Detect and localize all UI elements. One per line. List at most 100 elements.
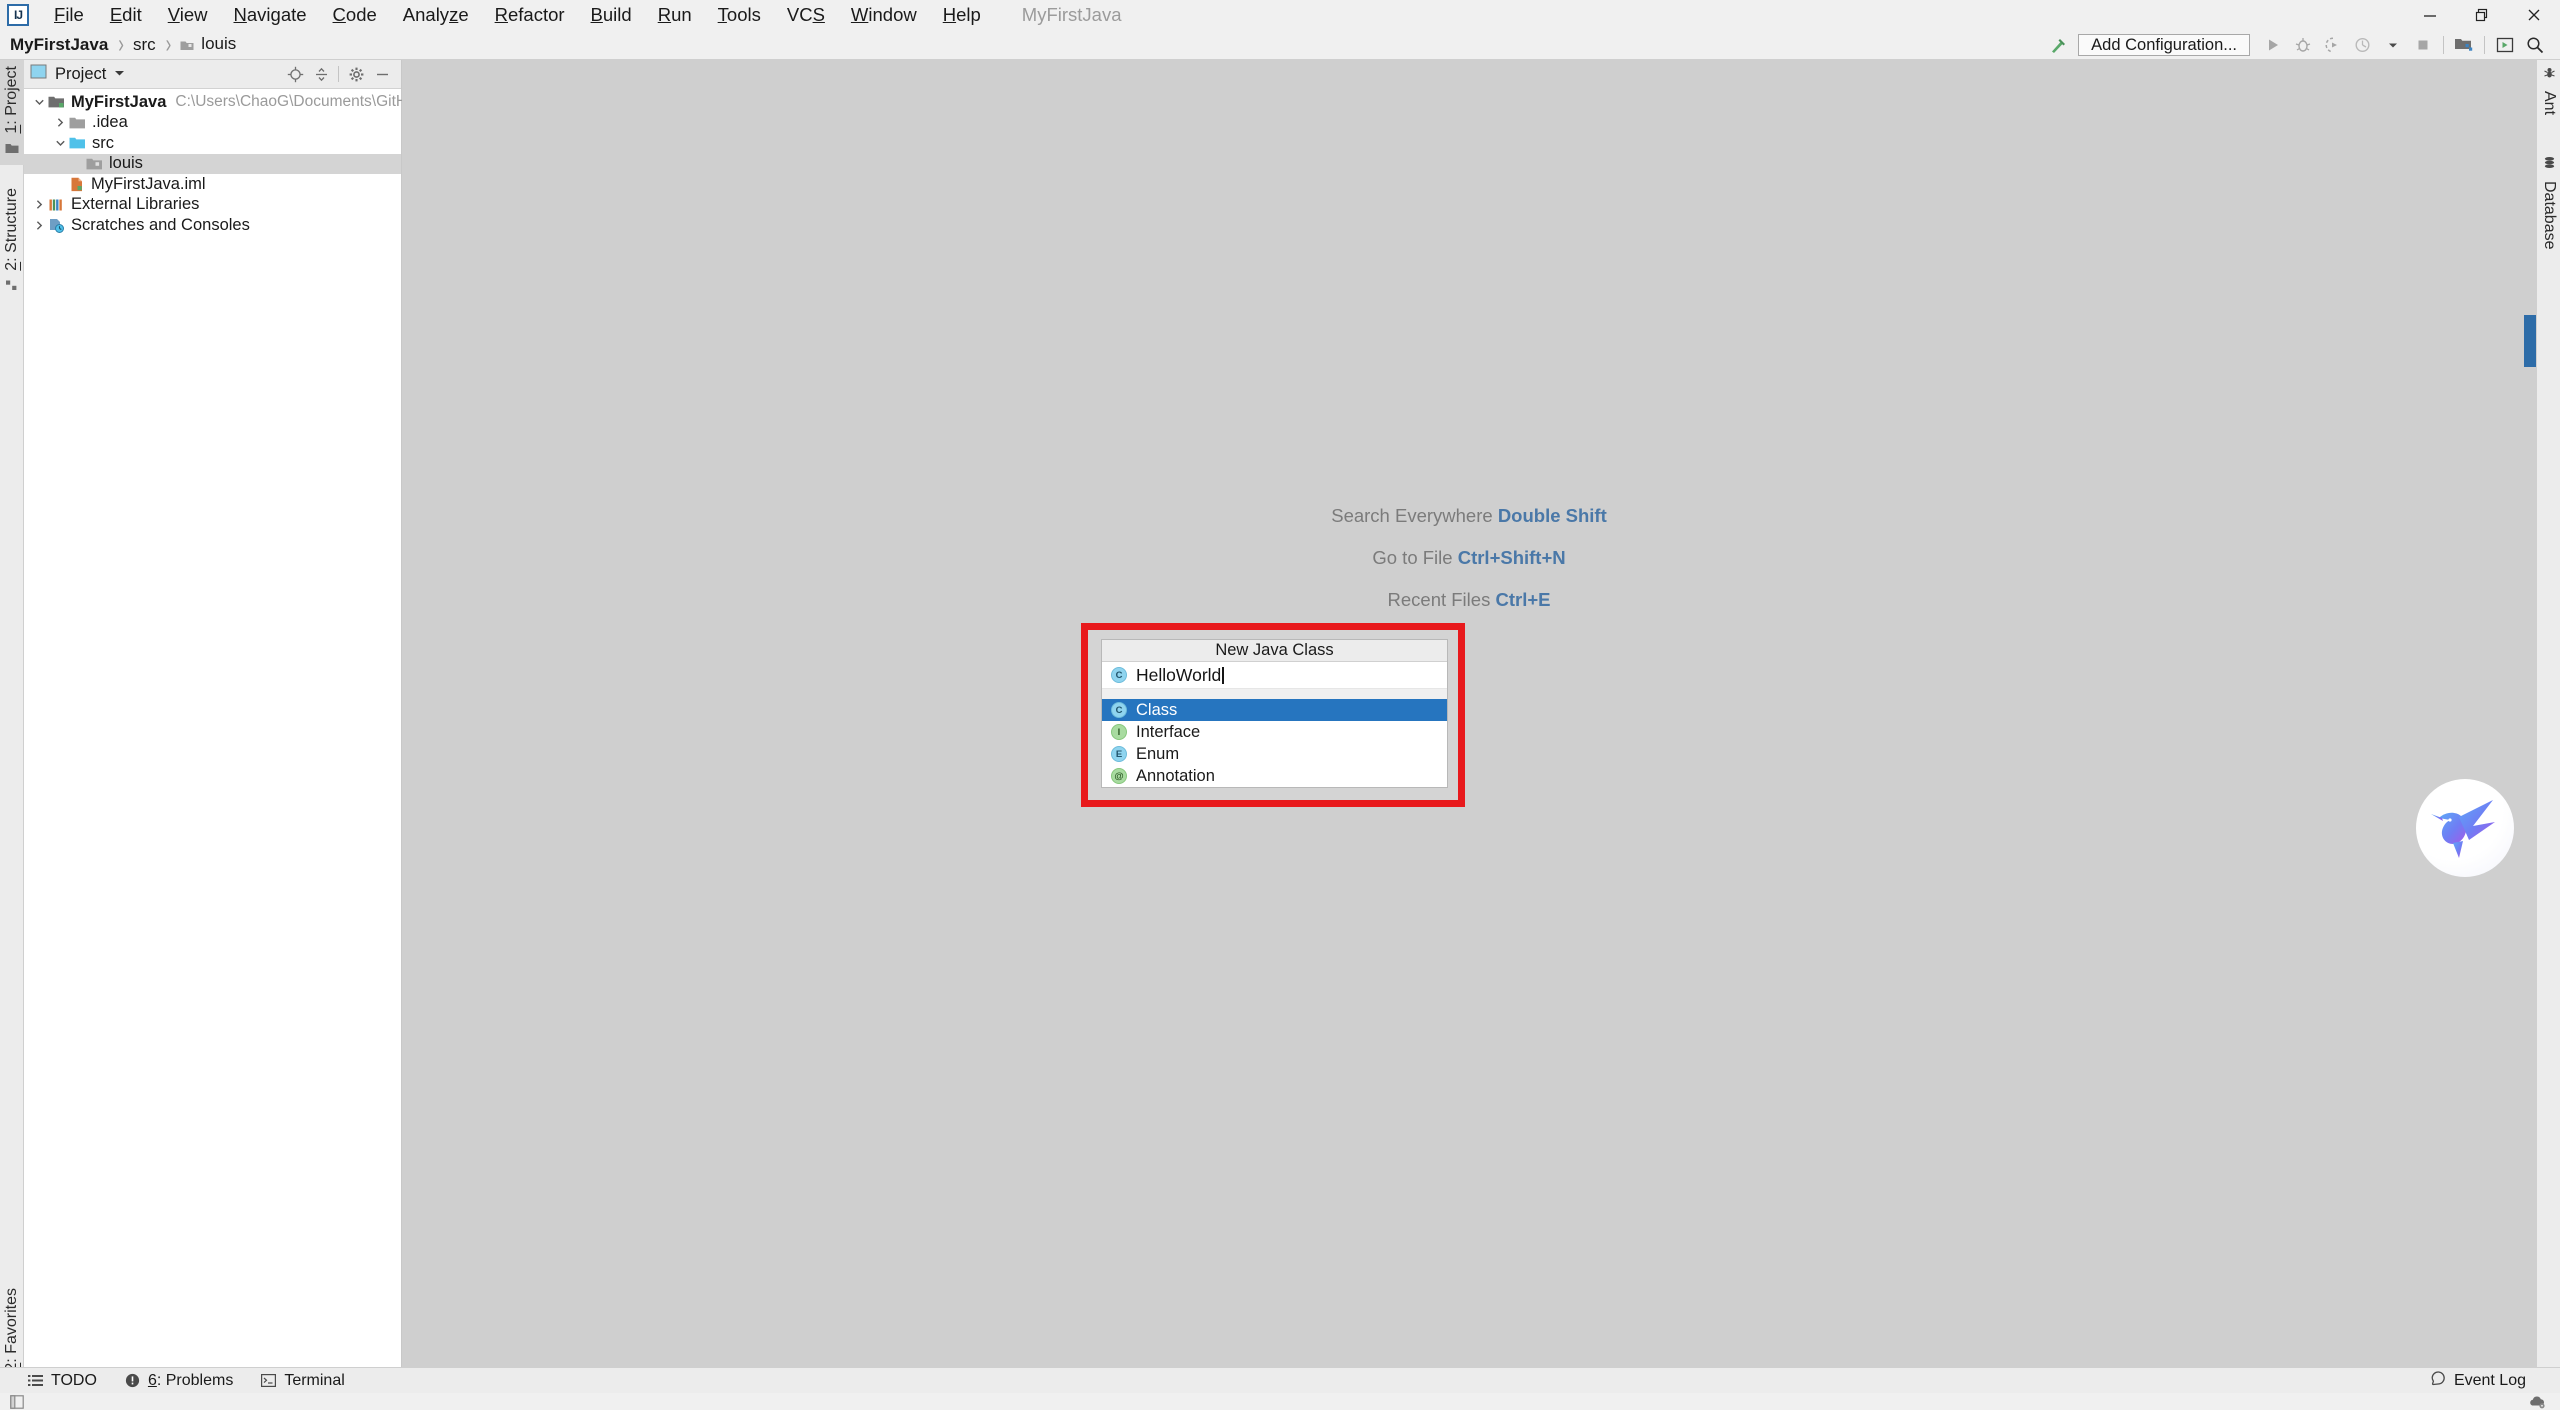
tree-item-myfirstjava[interactable]: MyFirstJava C:\Users\ChaoG\Documents\Git… bbox=[24, 92, 512, 113]
menu-vcs[interactable]: VCS bbox=[774, 0, 838, 30]
left-tool-window-stripe: 1: Project 2: Structure 2: Favorites bbox=[0, 60, 24, 1391]
chevron-collapsed-icon[interactable] bbox=[31, 220, 48, 231]
tree-item-label: MyFirstJava.iml bbox=[91, 174, 206, 193]
bottom-tool-window-bar: TODO 6: Problems Terminal Event Log bbox=[0, 1367, 2560, 1393]
sidebar-item-project[interactable]: 1: Project bbox=[0, 60, 24, 165]
toolbar-divider bbox=[2443, 36, 2444, 54]
list-item-class[interactable]: C Class bbox=[1102, 699, 1447, 721]
menu-run[interactable]: Run bbox=[645, 0, 705, 30]
folder-grey-icon bbox=[69, 116, 86, 130]
restore-icon[interactable] bbox=[2456, 0, 2508, 30]
tree-item-label: src bbox=[92, 133, 114, 152]
tree-item-src[interactable]: src bbox=[24, 133, 401, 154]
menu-help[interactable]: Help bbox=[930, 0, 994, 30]
stop-icon[interactable] bbox=[2408, 30, 2438, 60]
project-panel-title: Project bbox=[55, 64, 107, 83]
structure-icon bbox=[5, 278, 19, 296]
event-log-balloon-icon bbox=[2431, 1370, 2446, 1391]
sidebar-item-structure[interactable]: 2: Structure bbox=[0, 182, 24, 302]
tree-item-louis[interactable]: louis bbox=[24, 153, 401, 174]
breadcrumb-item-src[interactable]: src bbox=[133, 35, 156, 55]
todo-list-icon bbox=[28, 1374, 43, 1387]
run-icon[interactable] bbox=[2258, 30, 2288, 60]
hint-shortcut: Ctrl+Shift+N bbox=[1457, 547, 1566, 568]
minimize-icon[interactable] bbox=[2404, 0, 2456, 30]
hide-panel-icon[interactable] bbox=[369, 61, 395, 87]
tree-item-label: External Libraries bbox=[71, 195, 200, 214]
locate-target-icon[interactable] bbox=[282, 61, 308, 87]
tree-item-idea[interactable]: .idea bbox=[24, 113, 401, 134]
breadcrumb-item-project[interactable]: MyFirstJava bbox=[10, 35, 108, 55]
list-item-enum[interactable]: E Enum bbox=[1102, 743, 1447, 765]
editor-hints: Search Everywhere Double Shift Go to Fil… bbox=[402, 505, 2536, 611]
tree-item-scratches-and-consoles[interactable]: Scratches and Consoles bbox=[24, 215, 401, 236]
chevron-down-icon[interactable] bbox=[2378, 30, 2408, 60]
bottom-item-label: TODO bbox=[51, 1371, 97, 1389]
menu-view[interactable]: View bbox=[155, 0, 221, 30]
right-tool-window-stripe: Ant Database bbox=[2536, 60, 2560, 1378]
event-log-button[interactable]: Event Log bbox=[2431, 1370, 2526, 1391]
package-folder-icon bbox=[86, 157, 103, 171]
scrollbar-marker[interactable] bbox=[2524, 315, 2536, 367]
dialog-title: New Java Class bbox=[1102, 640, 1447, 663]
run-with-coverage-icon[interactable] bbox=[2318, 30, 2348, 60]
breadcrumb-item-louis[interactable]: louis bbox=[180, 34, 236, 56]
class-badge-icon: C bbox=[1111, 702, 1127, 718]
add-configuration-button[interactable]: Add Configuration... bbox=[2078, 34, 2250, 56]
bottom-item-todo[interactable]: TODO bbox=[28, 1372, 97, 1390]
tree-item-external-libraries[interactable]: External Libraries bbox=[24, 195, 401, 216]
chevron-expanded-icon[interactable] bbox=[52, 138, 69, 149]
project-structure-icon[interactable] bbox=[2449, 30, 2479, 60]
menu-navigate[interactable]: Navigate bbox=[221, 0, 320, 30]
menu-edit[interactable]: Edit bbox=[97, 0, 155, 30]
hint-label: Recent Files bbox=[1387, 589, 1496, 610]
class-name-input[interactable]: C HelloWorld bbox=[1102, 662, 1447, 690]
intellij-idea-logo: IJ bbox=[7, 4, 29, 26]
list-item-interface[interactable]: I Interface bbox=[1102, 721, 1447, 743]
hint-search-everywhere: Search Everywhere Double Shift bbox=[1331, 505, 1607, 527]
external-libraries-icon bbox=[48, 198, 65, 212]
window-controls bbox=[2404, 0, 2560, 30]
profiler-icon[interactable] bbox=[2348, 30, 2378, 60]
menu-refactor[interactable]: Refactor bbox=[482, 0, 578, 30]
updates-icon[interactable] bbox=[2490, 30, 2520, 60]
background-tasks-icon[interactable] bbox=[2529, 1395, 2546, 1409]
tree-item-iml-file[interactable]: MyFirstJava.iml bbox=[24, 174, 401, 195]
text-caret bbox=[1222, 666, 1224, 684]
iml-file-icon bbox=[69, 177, 85, 192]
event-log-label: Event Log bbox=[2453, 1371, 2526, 1389]
chevron-collapsed-icon[interactable] bbox=[52, 117, 69, 128]
new-java-class-dialog-highlight: New Java Class C HelloWorld C Class I In… bbox=[1081, 623, 1465, 807]
menu-tools[interactable]: Tools bbox=[705, 0, 774, 30]
breadcrumb-label: louis bbox=[201, 33, 237, 53]
tree-item-label: .idea bbox=[92, 113, 128, 132]
window-project-title: MyFirstJava bbox=[1021, 4, 1122, 25]
sidebar-item-project-mnemonic: 1 bbox=[3, 124, 20, 134]
menu-analyze[interactable]: Analyze bbox=[390, 0, 482, 30]
bottom-item-problems[interactable]: 6: Problems bbox=[125, 1372, 233, 1390]
sidebar-item-structure-label: Structure bbox=[3, 188, 20, 253]
chevron-collapsed-icon[interactable] bbox=[31, 199, 48, 210]
debug-bug-icon[interactable] bbox=[2288, 30, 2318, 60]
toggle-toolbar-icon[interactable] bbox=[10, 1394, 24, 1409]
enum-badge-icon: E bbox=[1111, 746, 1127, 762]
sidebar-item-database[interactable]: Database bbox=[2537, 150, 2560, 256]
hint-go-to-file: Go to File Ctrl+Shift+N bbox=[1372, 547, 1565, 569]
menu-build[interactable]: Build bbox=[578, 0, 645, 30]
settings-gear-icon[interactable] bbox=[343, 61, 369, 87]
close-icon[interactable] bbox=[2508, 0, 2560, 30]
search-icon[interactable] bbox=[2520, 30, 2550, 60]
sidebar-item-ant[interactable]: Ant bbox=[2537, 60, 2560, 121]
collapse-all-icon[interactable] bbox=[308, 61, 334, 87]
menu-window[interactable]: Window bbox=[838, 0, 930, 30]
build-hammer-icon[interactable] bbox=[2044, 30, 2074, 60]
bottom-item-terminal[interactable]: Terminal bbox=[261, 1372, 345, 1390]
menu-file[interactable]: File bbox=[41, 0, 97, 30]
list-item-annotation[interactable]: @ Annotation bbox=[1102, 765, 1447, 787]
breadcrumb: MyFirstJava › src › louis bbox=[0, 30, 236, 59]
chevron-expanded-icon[interactable] bbox=[31, 97, 48, 108]
list-item-label: Enum bbox=[1136, 744, 1180, 763]
terminal-icon bbox=[261, 1374, 277, 1387]
menu-code[interactable]: Code bbox=[320, 0, 390, 30]
chevron-down-icon[interactable] bbox=[114, 68, 125, 80]
